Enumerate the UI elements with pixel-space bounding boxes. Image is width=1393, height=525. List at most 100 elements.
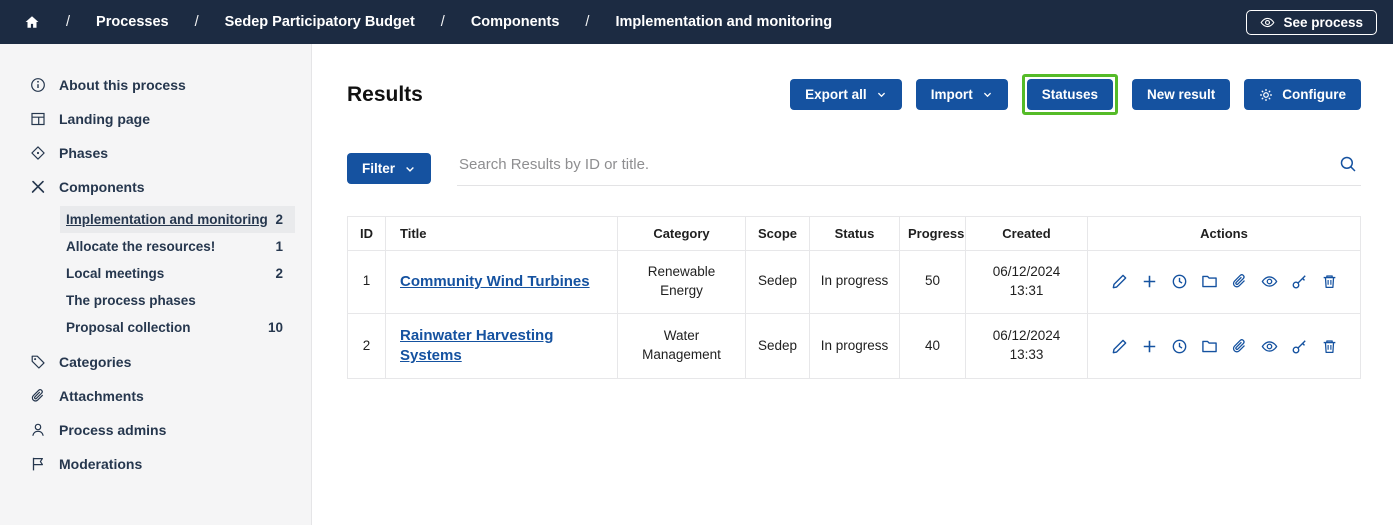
cell-category: Renewable Energy (618, 251, 746, 314)
sidebar-item-label: Landing page (59, 111, 150, 127)
count-badge: 10 (268, 320, 283, 335)
search-input[interactable] (459, 156, 1339, 173)
cell-actions (1088, 313, 1361, 379)
sidebar-item-label: About this process (59, 77, 186, 93)
new-result-button[interactable]: New result (1132, 79, 1230, 110)
breadcrumb-item-process[interactable]: Sedep Participatory Budget (225, 14, 415, 30)
filter-button[interactable]: Filter (347, 153, 431, 184)
permissions-button[interactable] (1291, 273, 1308, 290)
sidebar-item-attachments[interactable]: Attachments (0, 379, 311, 413)
breadcrumb-separator: / (195, 14, 199, 30)
edit-button[interactable] (1111, 338, 1128, 355)
cell-status: In progress (810, 313, 900, 379)
sidebar-subitem-local-meetings[interactable]: Local meetings 2 (60, 260, 295, 287)
eye-icon (1261, 273, 1278, 290)
attachments-button[interactable] (1231, 338, 1248, 355)
chevron-down-icon (404, 163, 416, 175)
preview-button[interactable] (1261, 273, 1278, 290)
breadcrumb-separator: / (66, 14, 70, 30)
folder-button[interactable] (1201, 338, 1218, 355)
see-process-label: See process (1283, 15, 1363, 30)
sidebar-item-about-this-process[interactable]: About this process (0, 68, 311, 102)
home-breadcrumb-link[interactable] (24, 14, 40, 30)
sidebar-item-phases[interactable]: Phases (0, 136, 311, 170)
sidebar: About this process Landing page Phases C… (0, 44, 312, 525)
table-row: 1 Community Wind Turbines Renewable Ener… (348, 251, 1361, 314)
add-button[interactable] (1141, 338, 1158, 355)
cell-id: 1 (348, 251, 386, 314)
cell-title: Rainwater Harvesting Systems (386, 313, 618, 379)
sidebar-item-label: Categories (59, 354, 131, 370)
sidebar-subitem-implementation-and-monitoring[interactable]: Implementation and monitoring 2 (60, 206, 295, 233)
home-icon (24, 14, 40, 30)
sidebar-item-process-admins[interactable]: Process admins (0, 413, 311, 447)
delete-button[interactable] (1321, 273, 1338, 290)
results-toolbar: Export all Import Statuses New result (790, 74, 1361, 115)
breadcrumb-item-components[interactable]: Components (471, 14, 560, 30)
paperclip-icon (30, 388, 46, 404)
export-all-label: Export all (805, 87, 867, 102)
sidebar-item-categories[interactable]: Categories (0, 345, 311, 379)
count-badge: 2 (275, 266, 283, 281)
layout-icon (30, 111, 46, 127)
preview-button[interactable] (1261, 338, 1278, 355)
configure-button[interactable]: Configure (1244, 79, 1361, 110)
result-title-link[interactable]: Rainwater Harvesting Systems (400, 326, 607, 367)
trash-icon (1321, 273, 1338, 290)
cell-created: 06/12/2024 13:33 (966, 313, 1088, 379)
sidebar-item-moderations[interactable]: Moderations (0, 447, 311, 481)
attachments-button[interactable] (1231, 273, 1248, 290)
sidebar-item-label: Process admins (59, 422, 166, 438)
plus-icon (1141, 338, 1158, 355)
user-icon (30, 422, 46, 438)
history-button[interactable] (1171, 338, 1188, 355)
pencil-icon (1111, 273, 1128, 290)
column-header-actions: Actions (1088, 217, 1361, 251)
sidebar-subitem-label: The process phases (66, 293, 196, 308)
export-all-button[interactable]: Export all (790, 79, 902, 110)
breadcrumb-item-processes[interactable]: Processes (96, 14, 169, 30)
cell-created: 06/12/2024 13:31 (966, 251, 1088, 314)
chevron-down-icon (982, 89, 993, 100)
results-table: ID Title Category Scope Status Progress … (347, 216, 1361, 379)
cell-category: Water Management (618, 313, 746, 379)
column-header-progress: Progress (900, 217, 966, 251)
configure-label: Configure (1282, 87, 1346, 102)
cell-progress: 40 (900, 313, 966, 379)
folder-button[interactable] (1201, 273, 1218, 290)
import-button[interactable]: Import (916, 79, 1008, 110)
sidebar-item-label: Moderations (59, 456, 142, 472)
sidebar-subitem-label: Implementation and monitoring (66, 212, 268, 227)
result-title-link[interactable]: Community Wind Turbines (400, 272, 590, 292)
key-icon (1291, 338, 1308, 355)
column-header-category: Category (618, 217, 746, 251)
sidebar-subitem-the-process-phases[interactable]: The process phases (60, 287, 295, 314)
count-badge: 1 (275, 239, 283, 254)
search-field (457, 151, 1361, 186)
plus-icon (1141, 273, 1158, 290)
sidebar-item-landing-page[interactable]: Landing page (0, 102, 311, 136)
sidebar-item-components[interactable]: Components (0, 170, 311, 204)
paperclip-icon (1231, 338, 1248, 355)
column-header-id: ID (348, 217, 386, 251)
breadcrumb-separator: / (585, 14, 589, 30)
statuses-annotation-highlight: Statuses (1022, 74, 1118, 115)
delete-button[interactable] (1321, 338, 1338, 355)
count-badge: 2 (275, 212, 283, 227)
sidebar-item-label: Phases (59, 145, 108, 161)
cell-actions (1088, 251, 1361, 314)
phases-icon (30, 145, 46, 161)
add-button[interactable] (1141, 273, 1158, 290)
edit-button[interactable] (1111, 273, 1128, 290)
import-label: Import (931, 87, 973, 102)
search-button[interactable] (1339, 155, 1357, 173)
history-button[interactable] (1171, 273, 1188, 290)
see-process-button[interactable]: See process (1246, 10, 1377, 35)
sidebar-subitem-allocate-the-resources[interactable]: Allocate the resources! 1 (60, 233, 295, 260)
permissions-button[interactable] (1291, 338, 1308, 355)
folder-icon (1201, 338, 1218, 355)
statuses-button[interactable]: Statuses (1027, 79, 1113, 110)
cell-scope: Sedep (746, 313, 810, 379)
sidebar-subitem-proposal-collection[interactable]: Proposal collection 10 (60, 314, 295, 341)
breadcrumb-item-current-component[interactable]: Implementation and monitoring (615, 14, 832, 30)
